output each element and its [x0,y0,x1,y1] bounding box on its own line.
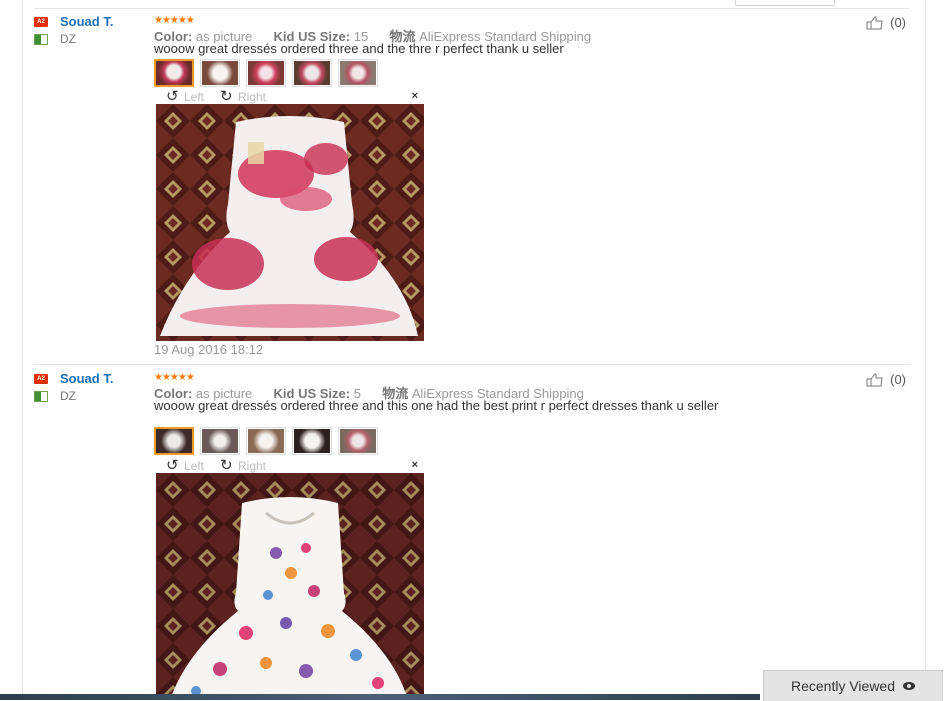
thumbs-up-icon [866,16,883,29]
rotate-right-icon[interactable]: ↻ [220,458,236,473]
review-photo-large [156,104,424,341]
reviewer-country: DZ [60,389,76,403]
review-photo-thumbnail[interactable] [200,59,240,87]
review-text: wooow great dressés ordered three and th… [154,398,719,413]
helpful-button[interactable]: (0) [866,15,906,30]
close-viewer-button[interactable]: × [412,90,418,102]
review-thumbnails [154,427,378,455]
review-photo-thumbnail[interactable] [154,427,194,455]
reviewer-name[interactable]: Souad T. [60,371,113,386]
review-date: 19 Aug 2016 18:12 [154,342,264,357]
review-photo-thumbnail[interactable] [338,427,378,455]
reviewer-name[interactable]: Souad T. [60,14,113,29]
review-thumbnails [154,59,378,87]
dress-photo [156,104,424,341]
review-photo-thumbnail[interactable] [246,59,286,87]
thumbs-up-icon [866,373,883,386]
rotate-left-label[interactable]: Left [184,459,204,473]
recently-viewed-label: Recently Viewed [790,678,896,694]
review-item: A2 Souad T. DZ ★★★★★ Color: as picture K… [34,12,910,362]
buyer-level-badge: A2 [34,373,48,384]
country-flag-icon [34,33,48,45]
helpful-count: (0) [890,372,906,387]
close-viewer-button[interactable]: × [412,459,418,471]
review-photo-thumbnail[interactable] [338,59,378,87]
rotate-left-icon[interactable]: ↺ [166,458,182,473]
review-photo-large [156,473,424,700]
rotate-right-label[interactable]: Right [238,459,266,473]
helpful-count: (0) [890,15,906,30]
reviewer-row: A2 Souad T. [34,14,113,29]
image-viewer-toolbar: ↺ Left ↻ Right × [154,89,424,104]
eye-icon [903,682,916,690]
buyer-level-badge: A2 [34,16,48,27]
review-photo-thumbnail[interactable] [246,427,286,455]
review-photo-thumbnail[interactable] [200,427,240,455]
recently-viewed-tab[interactable]: Recently Viewed [763,670,943,701]
rotate-right-label[interactable]: Right [238,90,266,104]
rotate-right-icon[interactable]: ↻ [220,89,236,104]
sort-dropdown[interactable] [735,0,835,6]
review-photo-thumbnail[interactable] [292,427,332,455]
helpful-button[interactable]: (0) [866,372,906,387]
review-divider [34,364,910,365]
reviewer-country-row: DZ [34,32,76,46]
rotate-left-label[interactable]: Left [184,90,204,104]
review-divider [34,8,910,9]
image-viewer-toolbar: ↺ Left ↻ Right × [154,458,424,473]
country-flag-icon [34,390,48,402]
review-item: A2 Souad T. DZ ★★★★★ Color: as picture K… [34,369,910,700]
reviewer-country-row: DZ [34,389,76,403]
dress-photo [156,473,424,700]
rotate-left-icon[interactable]: ↺ [166,89,182,104]
page-border [925,0,926,700]
taskbar-strip [0,694,760,700]
page-border [22,0,23,700]
reviewer-country: DZ [60,32,76,46]
star-rating: ★★★★★ [154,372,195,383]
review-photo-thumbnail[interactable] [154,59,194,87]
star-rating: ★★★★★ [154,15,195,26]
review-photo-thumbnail[interactable] [292,59,332,87]
review-text: wooow great dressés ordered three and th… [154,41,564,56]
reviewer-row: A2 Souad T. [34,371,113,386]
